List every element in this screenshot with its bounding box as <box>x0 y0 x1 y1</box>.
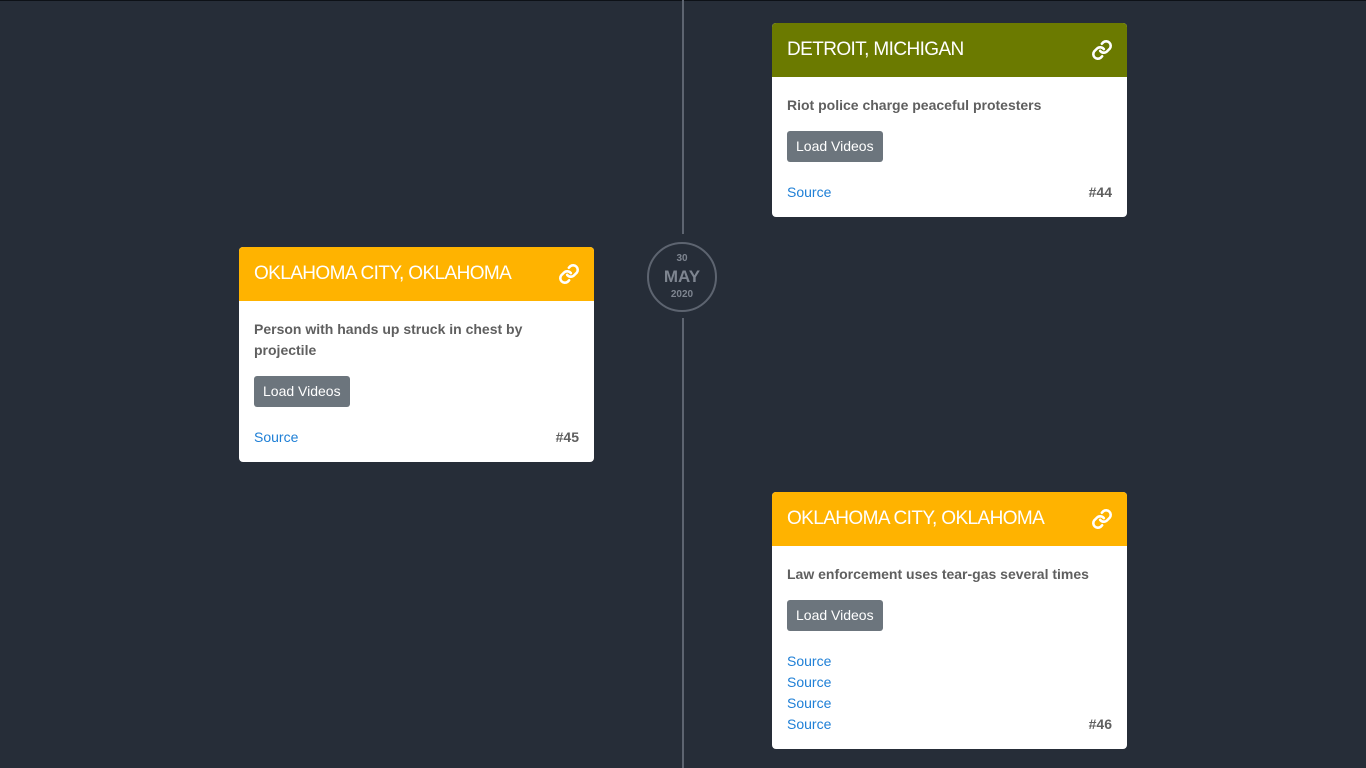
timeline-line-lower <box>682 318 684 768</box>
card-header: OKLAHOMA CITY, OKLAHOMA <box>239 247 594 301</box>
load-videos-button[interactable]: Load Videos <box>787 600 883 631</box>
link-icon[interactable] <box>1091 39 1113 61</box>
card-number: #46 <box>1088 716 1112 732</box>
card-footer: Source #44 <box>787 182 1112 203</box>
card-description: Riot police charge peaceful protesters <box>787 97 1042 113</box>
card-body: Law enforcement uses tear-gas several ti… <box>772 546 1127 749</box>
source-list: Source Source Source Source <box>787 651 831 735</box>
source-list: Source <box>254 427 298 448</box>
link-icon[interactable] <box>558 263 580 285</box>
card-title: OKLAHOMA CITY, OKLAHOMA <box>787 508 1045 529</box>
source-list: Source <box>787 182 831 203</box>
event-card: OKLAHOMA CITY, OKLAHOMA Law enforcement … <box>772 492 1127 749</box>
card-header: DETROIT, MICHIGAN <box>772 23 1127 77</box>
card-body: Person with hands up struck in chest by … <box>239 301 594 462</box>
date-day: 30 <box>676 253 688 264</box>
card-header: OKLAHOMA CITY, OKLAHOMA <box>772 492 1127 546</box>
source-link[interactable]: Source <box>787 693 831 714</box>
card-body: Riot police charge peaceful protesters L… <box>772 77 1127 217</box>
card-title: DETROIT, MICHIGAN <box>787 39 964 60</box>
card-footer: Source #45 <box>254 427 579 448</box>
source-link[interactable]: Source <box>787 651 831 672</box>
date-month: MAY <box>663 267 701 286</box>
source-link[interactable]: Source <box>787 182 831 203</box>
event-card: OKLAHOMA CITY, OKLAHOMA Person with hand… <box>239 247 594 462</box>
source-link[interactable]: Source <box>787 714 831 735</box>
link-icon[interactable] <box>1091 508 1113 530</box>
source-link[interactable]: Source <box>254 427 298 448</box>
card-footer: Source Source Source Source #46 <box>787 651 1112 735</box>
date-badge: 30 MAY 2020 <box>647 242 717 312</box>
date-year: 2020 <box>670 289 694 300</box>
event-card: DETROIT, MICHIGAN Riot police charge pea… <box>772 23 1127 217</box>
card-description: Person with hands up struck in chest by … <box>254 321 523 358</box>
load-videos-button[interactable]: Load Videos <box>787 131 883 162</box>
card-number: #44 <box>1088 184 1112 200</box>
card-title: OKLAHOMA CITY, OKLAHOMA <box>254 263 512 284</box>
timeline-line-upper <box>682 0 684 234</box>
card-number: #45 <box>555 429 579 445</box>
source-link[interactable]: Source <box>787 672 831 693</box>
card-description: Law enforcement uses tear-gas several ti… <box>787 566 1089 582</box>
load-videos-button[interactable]: Load Videos <box>254 376 350 407</box>
